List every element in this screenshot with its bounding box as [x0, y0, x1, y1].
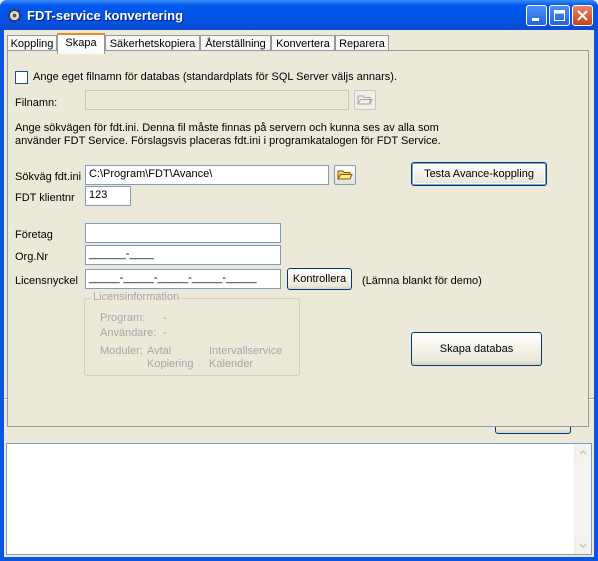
maximize-icon [554, 10, 565, 21]
client-number-input[interactable]: 123 [85, 186, 131, 206]
info-text-line2: använder FDT Service. Förslagsvis placer… [15, 135, 441, 147]
user-label: Användare: [100, 327, 157, 339]
path-browse-button[interactable] [334, 165, 356, 185]
create-database-button[interactable]: Skapa databas [411, 332, 542, 366]
minimize-button[interactable] [526, 5, 547, 26]
folder-open-icon [357, 95, 373, 105]
maximize-button[interactable] [549, 5, 570, 26]
info-text-line1: Ange sökvägen för fdt.ini. Denna fil mås… [15, 122, 439, 134]
tab-skapa[interactable]: Skapa [57, 33, 105, 54]
program-value: - [163, 312, 167, 324]
custom-filename-checkbox[interactable] [15, 71, 28, 84]
custom-filename-label: Ange eget filnamn för databas (standardp… [33, 71, 398, 83]
scroll-down-arrow[interactable] [575, 537, 591, 554]
program-label: Program: [100, 312, 146, 324]
tab-label: Reparera [339, 38, 385, 50]
window-title: FDT-service konvertering [27, 8, 184, 23]
tab-label: Skapa [65, 37, 97, 49]
path-label: Sökväg fdt.ini [15, 171, 82, 183]
skapa-panel: Ange eget filnamn för databas (standardp… [7, 50, 589, 427]
license-info-title: Licensinformation [91, 291, 182, 303]
demo-hint: (Lämna blankt för demo) [362, 275, 482, 287]
license-label: Licensnyckel [15, 275, 78, 287]
vertical-scrollbar[interactable] [574, 444, 591, 554]
filename-input[interactable] [85, 90, 349, 110]
app-window: FDT-service konvertering Koppling Skapa … [0, 0, 598, 561]
folder-open-icon [337, 170, 353, 180]
license-key-input[interactable]: _____-_____-_____-_____-_____ [85, 269, 281, 289]
module-item: Avtal [147, 345, 172, 357]
minimize-icon [532, 18, 539, 21]
test-avance-connection-button[interactable]: Testa Avance-koppling [411, 162, 547, 186]
scroll-up-arrow[interactable] [575, 444, 591, 461]
orgnr-label: Org.Nr [15, 251, 48, 263]
close-window-button[interactable] [572, 5, 593, 26]
tab-label: Koppling [10, 38, 54, 50]
company-label: Företag [15, 229, 53, 241]
filename-label: Filnamn: [15, 97, 58, 109]
check-license-button[interactable]: Kontrollera [287, 268, 352, 290]
filename-browse-button[interactable] [354, 90, 376, 110]
chevron-up-icon [579, 449, 587, 455]
fdt-ini-path-input[interactable]: C:\Program\FDT\Avance\ [85, 165, 329, 185]
module-item: Kalender [209, 358, 254, 370]
close-icon [577, 10, 588, 21]
company-input[interactable] [85, 223, 281, 243]
license-info-group: Licensinformation Program: - Användare: … [84, 291, 300, 376]
tab-label: Konvertera [276, 38, 330, 50]
window-frame-bottom [0, 557, 598, 561]
client-number-label: FDT klientnr [15, 192, 75, 204]
orgnr-input[interactable]: ______-____ [85, 245, 281, 265]
log-textarea[interactable] [6, 443, 592, 555]
client-area: Koppling Skapa Säkerhetskopiera Återstäl… [4, 30, 594, 557]
tab-label: Säkerhetskopiera [109, 38, 196, 50]
module-item: Intervallservice [209, 345, 283, 357]
module-item: Kopiering [147, 358, 194, 370]
title-bar[interactable]: FDT-service konvertering [0, 0, 598, 30]
modules-label: Moduler: [100, 345, 143, 357]
user-value: - [163, 327, 167, 339]
tab-label: Återställning [205, 38, 266, 50]
chevron-down-icon [579, 543, 587, 549]
gear-icon [7, 8, 22, 23]
